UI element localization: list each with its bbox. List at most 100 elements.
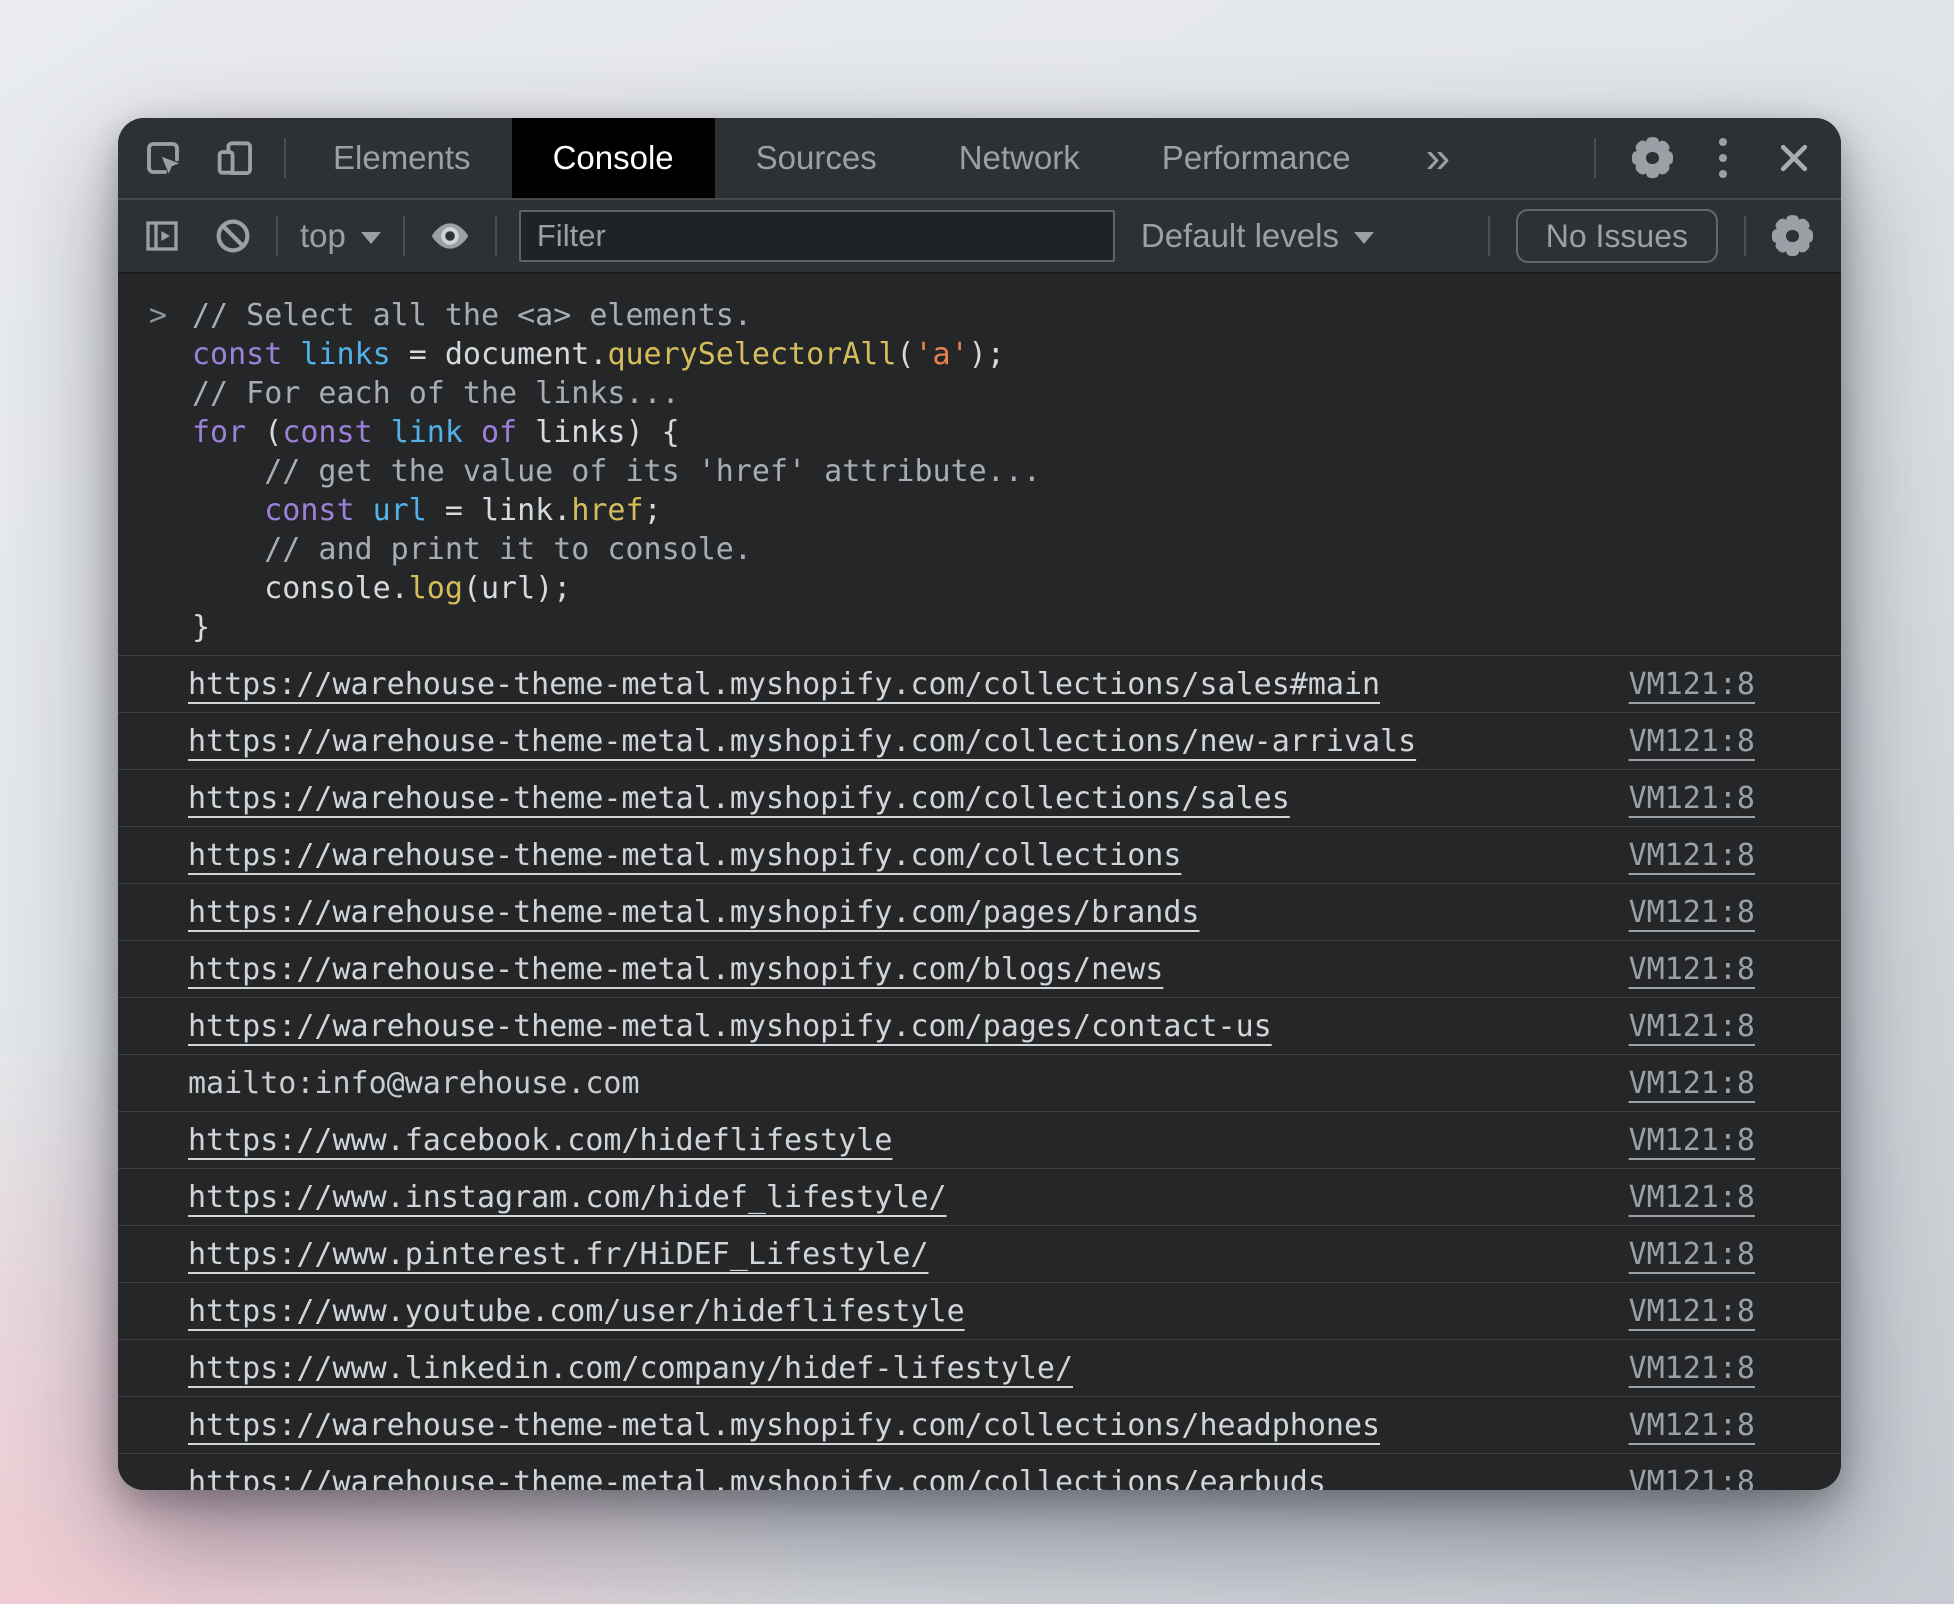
console-settings-gear-icon[interactable] bbox=[1772, 216, 1813, 257]
chevron-down-icon bbox=[361, 232, 381, 244]
console-log-row: https://www.youtube.com/user/hideflifest… bbox=[118, 1282, 1841, 1339]
console-log-row: https://www.pinterest.fr/HiDEF_Lifestyle… bbox=[118, 1225, 1841, 1282]
tab-elements[interactable]: Elements bbox=[292, 118, 512, 198]
divider bbox=[284, 138, 286, 178]
menu-kebab-icon[interactable] bbox=[1719, 138, 1727, 178]
inspect-element-icon[interactable] bbox=[142, 137, 184, 179]
log-source-link[interactable]: VM121:8 bbox=[1599, 895, 1755, 930]
log-source-link[interactable]: VM121:8 bbox=[1599, 838, 1755, 873]
code-line: // and print it to console. bbox=[192, 530, 1841, 569]
divider bbox=[403, 216, 405, 256]
tab-performance[interactable]: Performance bbox=[1121, 118, 1392, 198]
tab-console[interactable]: Console bbox=[512, 118, 715, 198]
log-source-link[interactable]: VM121:8 bbox=[1599, 1066, 1755, 1101]
code-line: // get the value of its 'href' attribute… bbox=[192, 452, 1841, 491]
console-log-row: https://warehouse-theme-metal.myshopify.… bbox=[118, 883, 1841, 940]
console-log-row: https://warehouse-theme-metal.myshopify.… bbox=[118, 712, 1841, 769]
close-icon-glyph bbox=[1773, 137, 1815, 179]
log-url-link[interactable]: https://www.linkedin.com/company/hidef-l… bbox=[188, 1351, 1073, 1386]
devtools-tabbar: ElementsConsoleSourcesNetworkPerformance… bbox=[118, 118, 1841, 198]
divider bbox=[1744, 216, 1746, 256]
log-url-link[interactable]: https://www.instagram.com/hidef_lifestyl… bbox=[188, 1180, 947, 1215]
console-toolbar: top Default levels No Issues bbox=[118, 198, 1841, 274]
console-log-row: mailto:info@warehouse.comVM121:8 bbox=[118, 1054, 1841, 1111]
console-log-row: https://warehouse-theme-metal.myshopify.… bbox=[118, 940, 1841, 997]
console-log-row: https://warehouse-theme-metal.myshopify.… bbox=[118, 1453, 1841, 1490]
code-line: for (const link of links) { bbox=[192, 413, 1841, 452]
log-source-link[interactable]: VM121:8 bbox=[1599, 1408, 1755, 1443]
divider bbox=[1594, 138, 1596, 178]
tabbar-right-controls bbox=[1590, 137, 1815, 179]
tab-sources[interactable]: Sources bbox=[715, 118, 918, 198]
context-selector-label: top bbox=[300, 217, 346, 255]
levels-dropdown-label: Default levels bbox=[1141, 217, 1339, 255]
console-log-list: https://warehouse-theme-metal.myshopify.… bbox=[118, 655, 1841, 1490]
log-url-link[interactable]: https://www.youtube.com/user/hideflifest… bbox=[188, 1294, 965, 1329]
code-line: const links = document.querySelectorAll(… bbox=[192, 335, 1841, 374]
live-expression-eye-icon[interactable] bbox=[427, 213, 473, 259]
console-log-row: https://warehouse-theme-metal.myshopify.… bbox=[118, 769, 1841, 826]
settings-gear-icon[interactable] bbox=[1632, 138, 1673, 179]
console-sidebar-icon[interactable] bbox=[142, 216, 182, 256]
console-log-row: https://warehouse-theme-metal.myshopify.… bbox=[118, 655, 1841, 712]
code-line: // Select all the <a> elements. bbox=[192, 296, 1841, 335]
gear-glyph bbox=[1632, 138, 1673, 179]
log-url-link[interactable]: https://warehouse-theme-metal.myshopify.… bbox=[188, 1009, 1272, 1044]
log-source-link[interactable]: VM121:8 bbox=[1599, 1294, 1755, 1329]
tab-network[interactable]: Network bbox=[918, 118, 1121, 198]
log-source-link[interactable]: VM121:8 bbox=[1599, 1180, 1755, 1215]
log-url-link[interactable]: https://www.facebook.com/hideflifestyle bbox=[188, 1123, 892, 1158]
code-line: console.log(url); bbox=[192, 569, 1841, 608]
log-url-link[interactable]: https://warehouse-theme-metal.myshopify.… bbox=[188, 667, 1380, 702]
console-panel: > // Select all the <a> elements.const l… bbox=[118, 274, 1841, 1490]
log-source-link[interactable]: VM121:8 bbox=[1599, 1123, 1755, 1158]
log-source-link[interactable]: VM121:8 bbox=[1599, 1009, 1755, 1044]
divider bbox=[495, 216, 497, 256]
log-url-link[interactable]: https://warehouse-theme-metal.myshopify.… bbox=[188, 952, 1163, 987]
tab-strip: ElementsConsoleSourcesNetworkPerformance bbox=[292, 118, 1392, 198]
log-url-link[interactable]: https://warehouse-theme-metal.myshopify.… bbox=[188, 838, 1181, 873]
console-log-row: https://warehouse-theme-metal.myshopify.… bbox=[118, 826, 1841, 883]
log-source-link[interactable]: VM121:8 bbox=[1599, 952, 1755, 987]
console-input-code[interactable]: > // Select all the <a> elements.const l… bbox=[118, 274, 1841, 655]
log-source-link[interactable]: VM121:8 bbox=[1599, 1465, 1755, 1491]
log-url-link[interactable]: https://warehouse-theme-metal.myshopify.… bbox=[188, 724, 1416, 759]
console-log-row: https://www.linkedin.com/company/hidef-l… bbox=[118, 1339, 1841, 1396]
console-log-row: https://warehouse-theme-metal.myshopify.… bbox=[118, 997, 1841, 1054]
toolbar-right-controls: No Issues bbox=[1462, 209, 1813, 263]
code-line: } bbox=[192, 608, 1841, 647]
inspect-element-icon-glyph bbox=[142, 137, 184, 179]
log-source-link[interactable]: VM121:8 bbox=[1599, 724, 1755, 759]
console-prompt-chevron: > bbox=[149, 296, 167, 335]
code-line: const url = link.href; bbox=[192, 491, 1841, 530]
close-icon[interactable] bbox=[1773, 137, 1815, 179]
eye-icon-glyph bbox=[427, 213, 473, 259]
console-log-row: https://www.instagram.com/hidef_lifestyl… bbox=[118, 1168, 1841, 1225]
log-source-link[interactable]: VM121:8 bbox=[1599, 1351, 1755, 1386]
chevron-down-icon bbox=[1354, 232, 1374, 244]
clear-console-icon[interactable] bbox=[212, 215, 254, 257]
devtools-window: ElementsConsoleSourcesNetworkPerformance… bbox=[118, 118, 1841, 1490]
log-source-link[interactable]: VM121:8 bbox=[1599, 1237, 1755, 1272]
filter-input[interactable] bbox=[519, 210, 1115, 262]
console-sidebar-icon-glyph bbox=[142, 216, 182, 256]
log-url-link[interactable]: https://warehouse-theme-metal.myshopify.… bbox=[188, 781, 1290, 816]
more-tabs-icon[interactable]: » bbox=[1426, 118, 1450, 198]
device-toolbar-icon-glyph bbox=[214, 137, 256, 179]
log-url-link[interactable]: https://warehouse-theme-metal.myshopify.… bbox=[188, 1408, 1380, 1443]
console-log-row: https://www.facebook.com/hideflifestyle V… bbox=[118, 1111, 1841, 1168]
log-source-link[interactable]: VM121:8 bbox=[1599, 781, 1755, 816]
log-url-link[interactable]: https://warehouse-theme-metal.myshopify.… bbox=[188, 1465, 1326, 1491]
log-url-link[interactable]: https://www.pinterest.fr/HiDEF_Lifestyle… bbox=[188, 1237, 929, 1272]
console-log-row: https://warehouse-theme-metal.myshopify.… bbox=[118, 1396, 1841, 1453]
gear-glyph bbox=[1772, 216, 1813, 257]
device-toolbar-icon[interactable] bbox=[214, 137, 256, 179]
no-issues-button[interactable]: No Issues bbox=[1516, 209, 1718, 263]
clear-console-icon-glyph bbox=[212, 215, 254, 257]
log-url-link[interactable]: https://warehouse-theme-metal.myshopify.… bbox=[188, 895, 1199, 930]
levels-dropdown[interactable]: Default levels bbox=[1141, 217, 1374, 255]
log-source-link[interactable]: VM121:8 bbox=[1599, 667, 1755, 702]
context-selector[interactable]: top bbox=[300, 217, 381, 255]
code-line: // For each of the links... bbox=[192, 374, 1841, 413]
divider bbox=[1488, 216, 1490, 256]
